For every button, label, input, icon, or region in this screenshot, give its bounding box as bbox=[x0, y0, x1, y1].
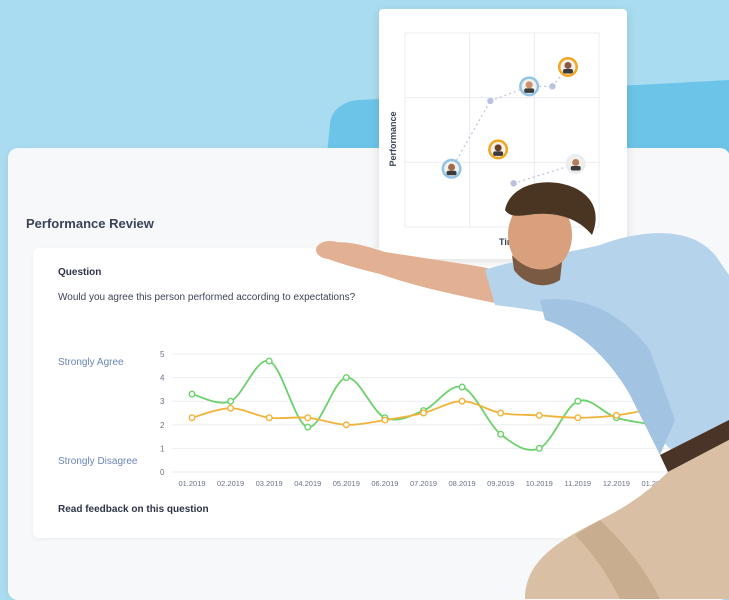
man-photo-illustration bbox=[316, 182, 729, 599]
